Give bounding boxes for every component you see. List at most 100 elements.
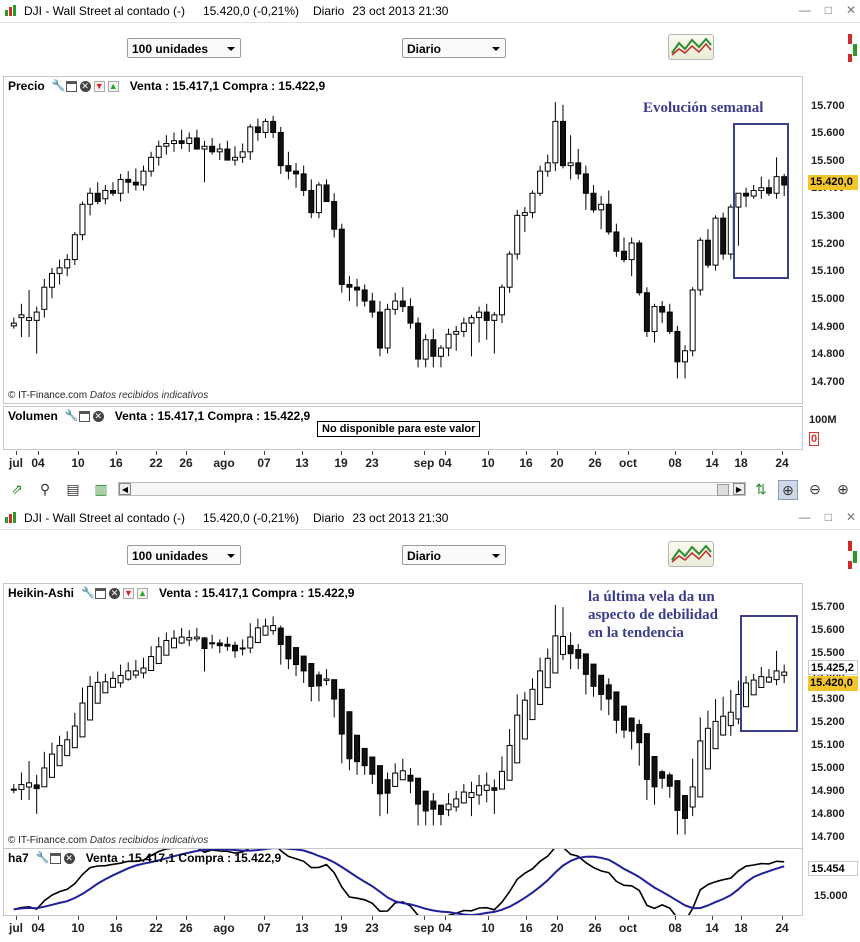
scroll-thumb[interactable]	[717, 484, 729, 496]
price-candle	[270, 115, 277, 138]
y-tick-label: 15.600	[811, 624, 845, 637]
window-icon[interactable]	[78, 410, 90, 422]
maximize-button[interactable]: □	[825, 510, 832, 524]
price-candle	[232, 146, 239, 166]
ha-candle	[659, 770, 666, 789]
price-candle	[117, 173, 124, 202]
x-tick-label: 26	[179, 456, 193, 470]
ha7-indicator-panel[interactable]: ha7 🔧 ✕ Venta : 15.417,1 Compra : 15.422…	[3, 848, 803, 916]
zoom-out-icon[interactable]: ⊖	[806, 480, 824, 498]
units-select-value: 100 unidades	[132, 549, 209, 563]
window-icon[interactable]	[49, 852, 61, 864]
price-candle	[613, 223, 620, 257]
ha-candle	[239, 639, 246, 656]
scroll-right-button[interactable]: ▶	[733, 483, 745, 495]
price-candle	[445, 328, 452, 357]
ha-candle	[323, 669, 330, 686]
x-tick-label: 13	[295, 921, 309, 935]
units-select[interactable]: 100 unidades	[127, 545, 241, 565]
scroll-left-button[interactable]: ◀	[119, 483, 131, 495]
price-candle	[361, 284, 368, 307]
ha-candle	[170, 630, 177, 649]
price-candle	[476, 306, 483, 343]
trend-chart-icon-button[interactable]	[668, 541, 714, 567]
ha-candle	[87, 676, 94, 721]
price-candle	[369, 292, 376, 318]
chart-app-icon	[5, 5, 16, 16]
x-tick-mark	[712, 451, 713, 455]
crosshair-icon[interactable]: ⚲	[36, 480, 54, 498]
ha-candle	[178, 627, 185, 644]
ha-candle	[64, 731, 71, 757]
side-candles-icon[interactable]	[846, 30, 858, 66]
price-candle	[338, 223, 345, 293]
price-candle	[491, 312, 498, 354]
volume-scale-bottom: 0	[809, 432, 820, 446]
price-candle	[41, 278, 48, 318]
ha-candle	[125, 662, 132, 681]
interval-select[interactable]: Diario	[402, 38, 506, 58]
side-candles-icon[interactable]	[846, 537, 858, 573]
price-candle	[453, 325, 460, 351]
maximize-button[interactable]: □	[825, 3, 832, 17]
x-tick-label: 13	[295, 456, 309, 470]
price-panel[interactable]: Precio 🔧 ✕ ▼ ▲ Venta : 15.417,1 Compra :…	[3, 76, 803, 404]
price-candle	[643, 287, 650, 337]
x-tick-label: 07	[257, 456, 271, 470]
print-icon[interactable]: ▤	[64, 480, 82, 498]
x-tick-mark	[595, 916, 596, 920]
volume-panel[interactable]: Volumen 🔧 ✕ Venta : 15.417,1 Compra : 15…	[3, 406, 803, 450]
close-icon[interactable]: ✕	[63, 852, 75, 864]
zoom-select-icon[interactable]: ⊕	[778, 480, 798, 500]
weakness-annotation: la última vela da un aspecto de debilida…	[588, 588, 718, 642]
price-candle	[674, 325, 681, 379]
trend-chart-icon	[671, 37, 712, 56]
price-candle	[94, 182, 101, 205]
export-icon[interactable]: ⇗	[8, 480, 26, 498]
window-title: DJI - Wall Street al contado (-)	[24, 4, 185, 18]
indicators-icon[interactable]: ▥	[92, 480, 110, 498]
ha-candle	[559, 607, 566, 660]
data-credit: © IT-Finance.com Datos recibidos indicat…	[8, 390, 208, 401]
price-candle	[460, 317, 467, 337]
x-tick-mark	[372, 916, 373, 920]
close-button[interactable]: ✕	[846, 3, 856, 17]
minimize-button[interactable]: —	[799, 510, 811, 524]
x-tick-label: 08	[668, 456, 682, 470]
interval-select[interactable]: Diario	[402, 545, 506, 565]
wrench-icon[interactable]: 🔧	[65, 410, 79, 422]
x-tick-mark	[116, 916, 117, 920]
price-candle	[18, 303, 25, 337]
y-tick-label: 14.700	[811, 831, 845, 844]
x-tick-mark	[675, 451, 676, 455]
ha-candle	[216, 639, 223, 654]
ha-candle	[567, 632, 574, 670]
price-candle	[33, 306, 40, 354]
price-candle	[575, 149, 582, 180]
ha-candle	[201, 637, 208, 672]
price-candle	[79, 201, 86, 241]
trend-chart-icon-button[interactable]	[668, 34, 714, 60]
trend-chart-icon	[671, 544, 712, 563]
close-button[interactable]: ✕	[846, 510, 856, 524]
minimize-button[interactable]: —	[799, 3, 811, 17]
wrench-icon[interactable]: 🔧	[36, 852, 50, 864]
ha-candle	[682, 795, 689, 835]
price-candle	[148, 151, 155, 177]
price-candle	[605, 190, 612, 235]
autoscale-icon[interactable]: ⇅	[752, 480, 770, 498]
zoom-in-icon[interactable]: ⊕	[834, 480, 852, 498]
close-icon[interactable]: ✕	[92, 410, 104, 422]
time-scrollbar[interactable]: ◀ ▶	[118, 482, 746, 496]
x-tick-label: 08	[668, 921, 682, 935]
price-candle	[102, 184, 109, 205]
ha-candle	[529, 678, 536, 721]
units-select[interactable]: 100 unidades	[127, 38, 241, 58]
price-candle	[293, 162, 300, 188]
price-candle	[682, 345, 689, 379]
ha-candle	[346, 711, 353, 771]
ha-candle	[117, 664, 124, 688]
annotation-line: en la tendencia	[588, 625, 684, 641]
ha-candle	[590, 663, 597, 697]
heikin-ashi-panel[interactable]: Heikin-Ashi 🔧 ✕ ▼ ▲ Venta : 15.417,1 Com…	[3, 583, 803, 853]
